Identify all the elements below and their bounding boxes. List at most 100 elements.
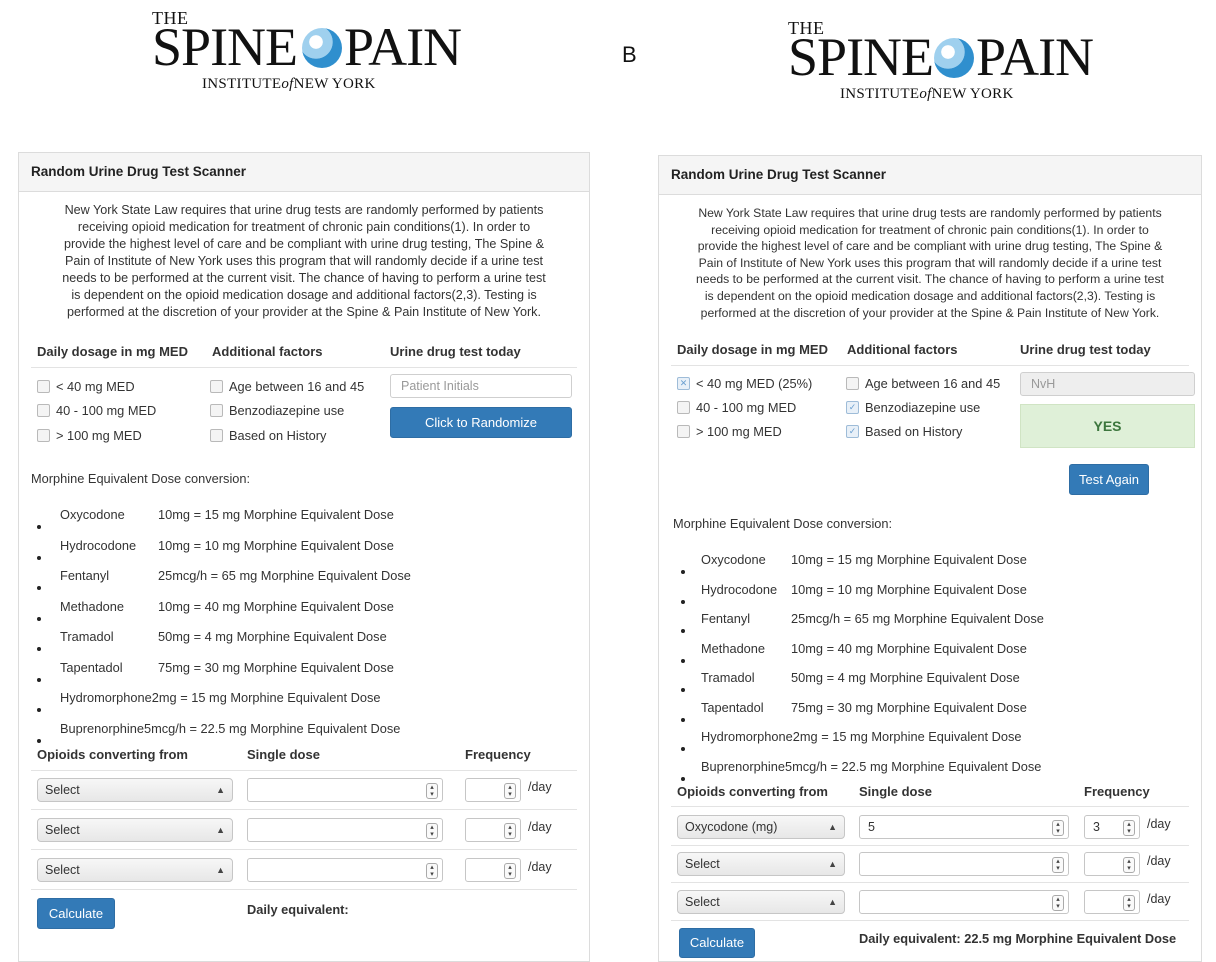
- checkbox-checked[interactable]: ✕: [677, 377, 690, 390]
- dosage-option-low[interactable]: < 40 mg MED: [37, 379, 135, 394]
- randomize-button[interactable]: Click to Randomize: [390, 407, 572, 438]
- stepper-icon[interactable]: ▴ ▾: [1123, 857, 1135, 873]
- bullet-icon: [37, 616, 41, 621]
- single-dose-input[interactable]: ▴ ▾: [859, 890, 1069, 914]
- patient-initials-input[interactable]: Patient Initials: [390, 374, 572, 398]
- stepper-icon[interactable]: ▴ ▾: [426, 863, 438, 879]
- dosage-option-mid[interactable]: 40 - 100 mg MED: [677, 400, 796, 415]
- checkbox[interactable]: [210, 404, 223, 417]
- med-item: Hydrocodone 10mg = 10 mg Morphine Equival…: [701, 582, 1027, 597]
- dosage-option-low[interactable]: ✕ < 40 mg MED (25%): [677, 376, 812, 391]
- factor-option-benzo[interactable]: Benzodiazepine use: [210, 403, 344, 418]
- single-dose-input[interactable]: 5 ▴ ▾: [859, 815, 1069, 839]
- logo-left: THE SPINE PAIN INSTITUTEofNEW YORK: [152, 8, 462, 100]
- med-conversion: 10mg = 10 mg Morphine Equivalent Dose: [158, 537, 394, 553]
- factor-option-benzo[interactable]: ✓ Benzodiazepine use: [846, 400, 980, 415]
- divider: [671, 806, 1189, 807]
- divider: [31, 849, 577, 850]
- intro-line: needs to be performed at the current vis…: [62, 271, 546, 285]
- select-value: Select: [685, 895, 720, 909]
- checkbox-checked[interactable]: ✓: [846, 425, 859, 438]
- test-again-button[interactable]: Test Again: [1069, 464, 1149, 495]
- stepper-icon[interactable]: ▴ ▾: [1052, 895, 1064, 911]
- section-label: B: [622, 42, 637, 67]
- checkbox-label: Based on History: [229, 428, 327, 443]
- frequency-input[interactable]: ▴ ▾: [1084, 852, 1140, 876]
- factor-option-age[interactable]: Age between 16 and 45: [846, 376, 1000, 391]
- single-dose-input[interactable]: ▴ ▾: [247, 858, 443, 882]
- checkbox-checked[interactable]: ✓: [846, 401, 859, 414]
- bullet-icon: [681, 570, 685, 574]
- med-item: Hydromorphone2mg = 15 mg Morphine Equiva…: [701, 729, 1021, 744]
- patient-initials-input[interactable]: NvH: [1020, 372, 1195, 396]
- med-conversion-title: Morphine Equivalent Dose conversion:: [673, 516, 893, 531]
- stepper-icon[interactable]: ▴ ▾: [504, 823, 516, 839]
- stepper-icon[interactable]: ▴ ▾: [426, 783, 438, 799]
- logo-right: THE SPINE PAIN INSTITUTEofNEW YORK: [788, 18, 1094, 110]
- frequency-input[interactable]: ▴ ▾: [465, 818, 521, 842]
- med-name: Buprenorphine: [60, 720, 144, 736]
- scanner-panel-left: Random Urine Drug Test Scanner New York …: [18, 152, 590, 962]
- opioid-select[interactable]: Select ▲: [37, 778, 233, 802]
- checkbox[interactable]: [37, 380, 50, 393]
- intro-line: receiving opioid medication for treatmen…: [77, 220, 531, 234]
- frequency-input[interactable]: 3 ▴ ▾: [1084, 815, 1140, 839]
- single-dose-input[interactable]: ▴ ▾: [247, 818, 443, 842]
- logo-institute-word: INSTITUTE: [202, 76, 282, 92]
- factor-option-history[interactable]: ✓ Based on History: [846, 424, 962, 439]
- stepper-icon[interactable]: ▴ ▾: [1123, 895, 1135, 911]
- daily-dosage-header: Daily dosage in mg MED: [677, 342, 828, 357]
- med-item: Tramadol 50mg = 4 mg Morphine Equivalent …: [60, 629, 387, 644]
- stepper-icon[interactable]: ▴ ▾: [1052, 857, 1064, 873]
- bullet-icon: [37, 677, 41, 682]
- opioid-select[interactable]: Select ▲: [677, 890, 845, 914]
- frequency-input[interactable]: ▴ ▾: [465, 858, 521, 882]
- stepper-icon[interactable]: ▴ ▾: [1123, 820, 1135, 836]
- factor-option-age[interactable]: Age between 16 and 45: [210, 379, 364, 394]
- calculate-button[interactable]: Calculate: [679, 928, 755, 958]
- stepper-icon[interactable]: ▴ ▾: [504, 783, 516, 799]
- divider: [671, 365, 1189, 366]
- med-conversion: 2mg = 15 mg Morphine Equivalent Dose: [151, 690, 381, 705]
- stepper-icon[interactable]: ▴ ▾: [1052, 820, 1064, 836]
- checkbox[interactable]: [677, 425, 690, 438]
- opioid-select[interactable]: Select ▲: [37, 818, 233, 842]
- opioid-select[interactable]: Oxycodone (mg) ▲: [677, 815, 845, 839]
- checkbox-label: Age between 16 and 45: [229, 379, 365, 394]
- single-dose-input[interactable]: ▴ ▾: [247, 778, 443, 802]
- select-arrows-icon: ▲: [828, 897, 837, 907]
- stepper-icon[interactable]: ▴ ▾: [504, 863, 516, 879]
- dosage-option-high[interactable]: > 100 mg MED: [37, 428, 142, 443]
- bullet-icon: [681, 658, 685, 663]
- factor-option-history[interactable]: Based on History: [210, 428, 326, 443]
- checkbox[interactable]: [37, 429, 50, 442]
- bullet-icon: [681, 717, 685, 722]
- med-item: Tramadol 50mg = 4 mg Morphine Equivalent …: [701, 670, 1020, 685]
- calculate-button[interactable]: Calculate: [37, 898, 115, 929]
- frequency-input[interactable]: ▴ ▾: [465, 778, 521, 802]
- opioids-header: Opioids converting from: [37, 747, 188, 762]
- checkbox[interactable]: [210, 380, 223, 393]
- checkbox[interactable]: [37, 404, 50, 417]
- opioid-select[interactable]: Select ▲: [677, 852, 845, 876]
- globe-icon: [934, 38, 974, 78]
- bullet-icon: [37, 647, 41, 651]
- frequency-input[interactable]: ▴ ▾: [1084, 890, 1140, 914]
- divider: [671, 920, 1189, 921]
- logo-institute: INSTITUTEofNEW YORK: [202, 76, 376, 93]
- per-day-label: /day: [1147, 892, 1171, 906]
- checkbox-label: Benzodiazepine use: [865, 400, 981, 415]
- checkbox[interactable]: [846, 377, 859, 390]
- dosage-option-mid[interactable]: 40 - 100 mg MED: [37, 403, 156, 418]
- dosage-option-high[interactable]: > 100 mg MED: [677, 424, 782, 439]
- opioid-select[interactable]: Select ▲: [37, 858, 233, 882]
- stepper-icon[interactable]: ▴ ▾: [426, 823, 438, 839]
- med-conversion: 10mg = 40 mg Morphine Equivalent Dose: [791, 640, 1027, 656]
- select-arrows-icon: ▲: [828, 822, 837, 832]
- checkbox[interactable]: [677, 401, 690, 414]
- med-conversion: 25mcg/h = 65 mg Morphine Equivalent Dose: [158, 568, 411, 583]
- bullet-icon: [681, 599, 685, 604]
- single-dose-input[interactable]: ▴ ▾: [859, 852, 1069, 876]
- checkbox[interactable]: [210, 429, 223, 442]
- select-value: Select: [685, 857, 720, 871]
